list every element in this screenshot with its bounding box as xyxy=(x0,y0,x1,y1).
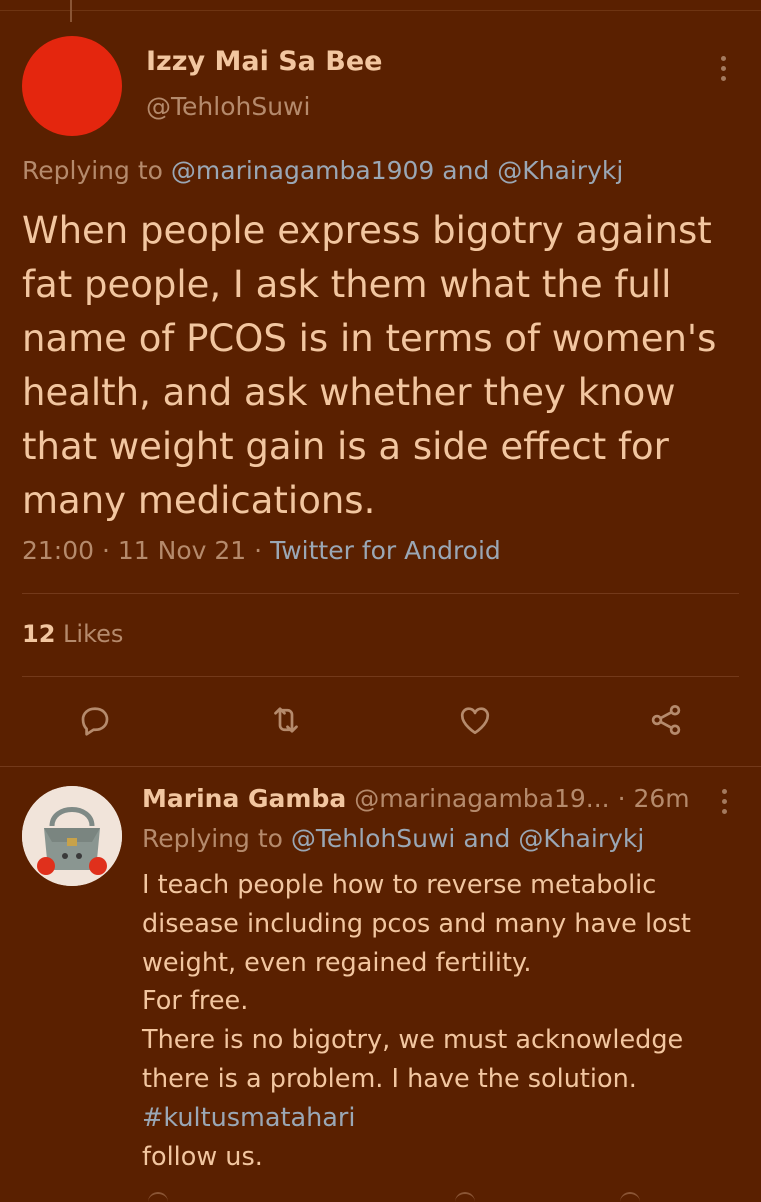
divider xyxy=(0,766,761,767)
reply-text-line: there is a problem. I have the solution. xyxy=(142,1063,637,1094)
reply-text-line: For free. xyxy=(142,986,249,1017)
reply-text: I teach people how to reverse metabolic … xyxy=(142,866,742,1176)
reply-text-line: follow us. xyxy=(142,1141,263,1172)
tweet-date[interactable]: 11 Nov 21 xyxy=(118,536,246,565)
replying-to: Replying to @marinagamba1909 and @Khairy… xyxy=(22,156,623,185)
replying-to: Replying to @TehlohSuwi and @Khairykj xyxy=(142,824,644,853)
likes-label: Likes xyxy=(63,620,124,648)
mention-link[interactable]: @marinagamba1909 xyxy=(171,156,434,185)
hashtag-link[interactable]: #kultusmatahari xyxy=(142,1099,742,1138)
more-options-icon[interactable] xyxy=(719,56,727,81)
likes-count[interactable]: 12 Likes xyxy=(22,620,123,648)
retweet-button[interactable] xyxy=(266,700,306,740)
reply-text-line: disease including pcos and many have los… xyxy=(142,908,691,939)
meta-separator: · xyxy=(102,536,110,565)
reply-text-line: I teach people how to reverse metabolic xyxy=(142,870,657,900)
mention-link[interactable]: @Khairykj xyxy=(518,824,644,853)
reply-text-line: There is no bigotry, we must acknowledge xyxy=(142,1025,684,1056)
share-icon xyxy=(651,705,681,735)
reply-action-bar-partial xyxy=(0,1192,761,1200)
mention-link[interactable]: @Khairykj xyxy=(497,156,623,185)
author-name[interactable]: Marina Gamba xyxy=(142,784,346,813)
divider xyxy=(22,593,739,594)
share-button[interactable] xyxy=(646,700,686,740)
retweet-icon xyxy=(274,707,298,733)
meta-separator: · xyxy=(617,784,626,813)
like-icon xyxy=(460,707,490,735)
mention-link[interactable]: @TehlohSuwi xyxy=(291,824,455,853)
reply-button[interactable] xyxy=(75,700,115,740)
divider xyxy=(22,676,739,677)
replying-prefix: Replying to xyxy=(142,824,283,853)
tweet-text: When people express bigotry against fat … xyxy=(22,209,717,522)
tweet-meta: 21:00 · 11 Nov 21 · Twitter for Android xyxy=(22,536,501,565)
meta-separator: · xyxy=(254,536,263,565)
tweet-time[interactable]: 21:00 xyxy=(22,536,94,565)
replying-prefix: Replying to xyxy=(22,156,163,185)
tweet-time[interactable]: 26m xyxy=(634,784,690,813)
replying-and: and xyxy=(463,824,511,853)
author-handle[interactable]: @TehlohSuwi xyxy=(146,92,310,121)
replying-and: and xyxy=(442,156,490,185)
author-name[interactable]: Izzy Mai Sa Bee xyxy=(146,46,383,77)
avatar[interactable] xyxy=(22,786,122,886)
likes-number: 12 xyxy=(22,620,56,648)
thread-connector-line xyxy=(70,0,72,22)
top-divider xyxy=(0,10,761,11)
more-options-icon[interactable] xyxy=(720,789,728,814)
tweet-source[interactable]: Twitter for Android xyxy=(270,536,501,565)
handbag-avatar-image xyxy=(22,786,122,886)
reply-header: Marina Gamba @marinagamba19... · 26m xyxy=(142,784,702,813)
avatar[interactable] xyxy=(22,36,122,136)
reply-text-line: weight, even regained fertility. xyxy=(142,947,532,978)
author-handle[interactable]: @marinagamba19... xyxy=(354,784,609,813)
like-button[interactable] xyxy=(455,700,495,740)
reply-icon xyxy=(81,707,109,736)
